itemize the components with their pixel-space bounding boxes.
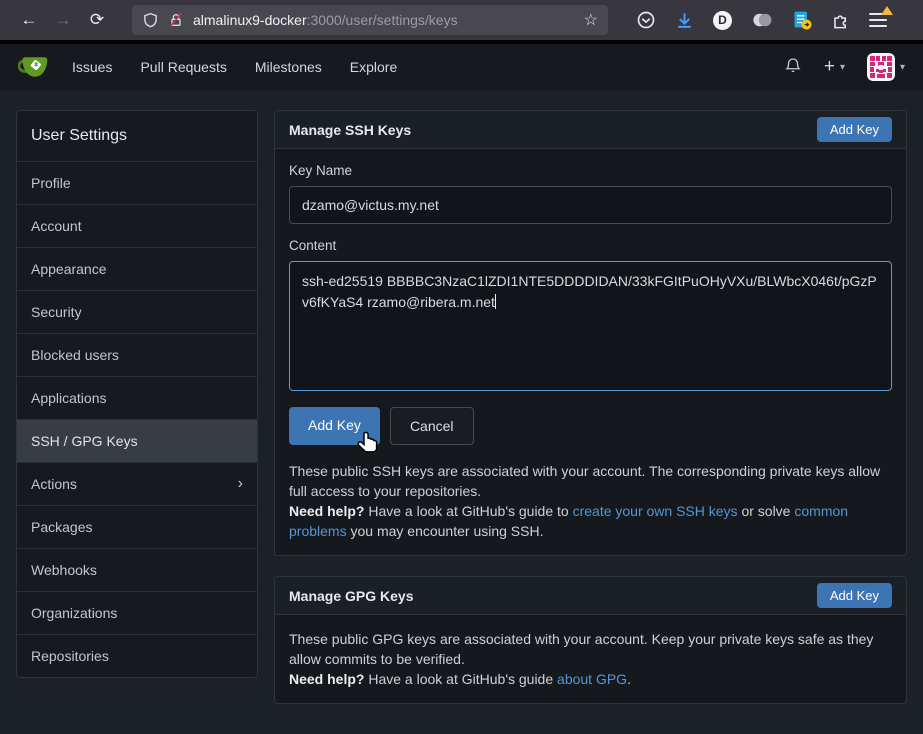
need-help-label: Need help?: [289, 671, 364, 687]
ssh-help-line1: These public SSH keys are associated wit…: [289, 463, 880, 499]
content-label: Content: [289, 238, 892, 253]
sidebar-item-label: Webhooks: [31, 562, 97, 578]
content-value: ssh-ed25519 BBBBC3NzaC1lZDI1NTE5DDDDIDAN…: [302, 273, 877, 310]
sidebar-item-label: Applications: [31, 390, 107, 406]
extension-d-icon[interactable]: D: [713, 11, 732, 30]
ssh-add-key-toggle-button[interactable]: Add Key: [817, 117, 892, 142]
sidebar-item-label: Security: [31, 304, 82, 320]
gpg-panel-title: Manage GPG Keys: [289, 588, 414, 604]
chevron-right-icon: ›: [238, 476, 243, 492]
gpg-add-key-toggle-button[interactable]: Add Key: [817, 583, 892, 608]
translate-doc-icon[interactable]: [792, 10, 812, 30]
sidebar-item-organizations[interactable]: Organizations: [17, 592, 257, 635]
ssh-panel-title: Manage SSH Keys: [289, 122, 411, 138]
caret-down-icon: ▾: [900, 62, 905, 73]
sidebar-item-label: Packages: [31, 519, 92, 535]
url-bar[interactable]: almalinux9-docker:3000/user/settings/key…: [132, 5, 608, 35]
url-text[interactable]: almalinux9-docker:3000/user/settings/key…: [193, 12, 458, 28]
ssh-help-line2c: you may encounter using SSH.: [347, 523, 544, 539]
gitea-navbar: Issues Pull Requests Milestones Explore …: [0, 44, 923, 90]
sidebar-item-actions[interactable]: Actions ›: [17, 463, 257, 506]
sidebar-item-applications[interactable]: Applications: [17, 377, 257, 420]
key-name-value: dzamo@victus.my.net: [302, 197, 439, 213]
sidebar-item-appearance[interactable]: Appearance: [17, 248, 257, 291]
settings-page: User Settings Profile Account Appearance…: [0, 90, 923, 734]
sidebar-item-label: SSH / GPG Keys: [31, 433, 138, 449]
forward-icon[interactable]: →: [46, 10, 80, 30]
browser-toolbar: ← → ⟳ almalinux9-docker:3000/user/settin…: [0, 0, 923, 40]
back-icon[interactable]: ←: [12, 10, 46, 30]
sidebar-item-label: Appearance: [31, 261, 107, 277]
pocket-icon[interactable]: [636, 10, 656, 30]
user-menu[interactable]: ▾: [867, 53, 905, 81]
extensions-puzzle-icon[interactable]: [831, 11, 850, 30]
gpg-help-text: These public GPG keys are associated wit…: [289, 629, 892, 689]
sidebar-title: User Settings: [17, 111, 257, 162]
about-gpg-link[interactable]: about GPG: [557, 671, 627, 687]
sidebar-item-blocked-users[interactable]: Blocked users: [17, 334, 257, 377]
content-textarea[interactable]: ssh-ed25519 BBBBC3NzaC1lZDI1NTE5DDDDIDAN…: [289, 261, 892, 391]
gpg-help-line2a: Have a look at GitHub's guide: [364, 671, 557, 687]
ssh-help-line2b: or solve: [738, 503, 795, 519]
sidebar-item-security[interactable]: Security: [17, 291, 257, 334]
nav-link-pull-requests[interactable]: Pull Requests: [126, 44, 240, 90]
sidebar-item-ssh-gpg-keys[interactable]: SSH / GPG Keys: [17, 420, 257, 463]
settings-main: Manage SSH Keys Add Key Key Name dzamo@v…: [274, 110, 907, 704]
ssh-help-text: These public SSH keys are associated wit…: [289, 461, 892, 541]
sidebar-item-webhooks[interactable]: Webhooks: [17, 549, 257, 592]
plus-icon: +: [824, 56, 835, 78]
text-caret: [495, 294, 496, 309]
gpg-help-line1: These public GPG keys are associated wit…: [289, 631, 873, 667]
ssh-panel-body: Key Name dzamo@victus.my.net Content ssh…: [275, 149, 906, 555]
create-ssh-keys-link[interactable]: create your own SSH keys: [573, 503, 738, 519]
url-host: almalinux9-docker: [193, 12, 307, 28]
gpg-help-line2b: .: [627, 671, 631, 687]
cancel-button[interactable]: Cancel: [390, 407, 474, 445]
key-name-input[interactable]: dzamo@victus.my.net: [289, 186, 892, 224]
nav-link-explore[interactable]: Explore: [336, 44, 411, 90]
toolbar-actions: D: [636, 10, 887, 30]
bookmark-star-icon[interactable]: ☆: [584, 10, 598, 30]
sidebar-item-label: Blocked users: [31, 347, 119, 363]
app-menu-icon[interactable]: [869, 13, 887, 27]
create-new-menu[interactable]: + ▾: [824, 56, 845, 78]
key-name-label: Key Name: [289, 163, 892, 178]
gpg-panel-body: These public GPG keys are associated wit…: [275, 615, 906, 703]
downloads-icon[interactable]: [675, 11, 694, 30]
shield-icon[interactable]: [142, 11, 159, 29]
sidebar-item-packages[interactable]: Packages: [17, 506, 257, 549]
avatar: [867, 53, 895, 81]
sidebar-item-label: Actions: [31, 476, 77, 492]
ssh-keys-panel: Manage SSH Keys Add Key Key Name dzamo@v…: [274, 110, 907, 556]
gpg-keys-panel: Manage GPG Keys Add Key These public GPG…: [274, 576, 907, 704]
caret-down-icon: ▾: [840, 62, 845, 73]
add-key-submit-button[interactable]: Add Key: [289, 407, 380, 445]
sidebar-item-label: Profile: [31, 175, 71, 191]
reload-icon[interactable]: ⟳: [80, 10, 114, 30]
notifications-bell-icon[interactable]: [784, 55, 802, 80]
form-buttons: Add Key Cancel: [289, 407, 892, 445]
ssh-panel-header: Manage SSH Keys Add Key: [275, 111, 906, 149]
sidebar-item-account[interactable]: Account: [17, 205, 257, 248]
containers-icon[interactable]: [751, 10, 773, 30]
sidebar-item-label: Repositories: [31, 648, 109, 664]
sidebar-item-label: Account: [31, 218, 82, 234]
gpg-panel-header: Manage GPG Keys Add Key: [275, 577, 906, 615]
sidebar-item-label: Organizations: [31, 605, 117, 621]
update-badge-icon: [881, 6, 893, 15]
ssh-help-line2a: Have a look at GitHub's guide to: [364, 503, 572, 519]
insecure-lock-icon[interactable]: [168, 11, 184, 29]
gitea-logo-icon[interactable]: [18, 52, 50, 82]
url-path: :3000/user/settings/keys: [307, 12, 458, 28]
nav-link-milestones[interactable]: Milestones: [241, 44, 336, 90]
sidebar-item-profile[interactable]: Profile: [17, 162, 257, 205]
sidebar-item-repositories[interactable]: Repositories: [17, 635, 257, 677]
need-help-label: Need help?: [289, 503, 364, 519]
navbar-right: + ▾ ▾: [784, 53, 911, 81]
settings-sidebar: User Settings Profile Account Appearance…: [16, 110, 258, 678]
nav-link-issues[interactable]: Issues: [58, 44, 126, 90]
